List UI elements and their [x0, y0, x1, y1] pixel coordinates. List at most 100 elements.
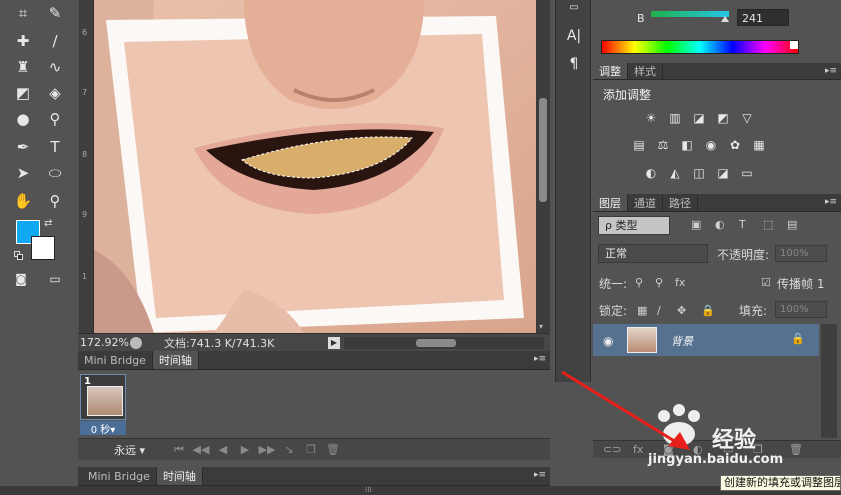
lock-pixels-icon[interactable]: ∕: [657, 304, 661, 317]
hand-icon[interactable]: ✋: [12, 190, 34, 212]
filter-smart-icon[interactable]: ▤: [787, 218, 797, 231]
filter-shape-icon[interactable]: ⬚: [763, 218, 773, 231]
play-icon[interactable]: ▶: [234, 443, 256, 456]
tab-mini-bridge-bottom[interactable]: Mini Bridge: [78, 467, 157, 485]
eyedropper-icon[interactable]: ✎: [44, 2, 66, 24]
filter-type-icon[interactable]: T: [739, 218, 746, 231]
brush-icon[interactable]: ∕: [44, 30, 66, 52]
swap-colors-icon[interactable]: ⇄: [44, 218, 52, 229]
exposure-icon[interactable]: ◩: [715, 111, 731, 125]
zoom-level[interactable]: 172.92%: [80, 336, 130, 349]
layer-name[interactable]: 背景: [671, 333, 693, 349]
fill-field[interactable]: 100%: [775, 301, 827, 318]
next-frame-icon[interactable]: ▶▶: [256, 443, 278, 456]
vertical-scroll-thumb[interactable]: [539, 98, 547, 202]
propagate-checkbox[interactable]: ☑: [761, 276, 771, 289]
blue-slider-thumb[interactable]: [720, 16, 729, 22]
crop-icon[interactable]: ⌗: [12, 2, 34, 24]
frame-delay-select[interactable]: 0 秒▾: [80, 421, 126, 436]
bottom-panel-menu-icon[interactable]: ▸≡: [534, 470, 546, 480]
default-colors-icon[interactable]: [14, 251, 24, 261]
tab-paths[interactable]: 路径: [663, 194, 698, 211]
hue-saturation-icon[interactable]: ▤: [631, 138, 647, 152]
curves-icon[interactable]: ◪: [691, 111, 707, 125]
zoom-icon[interactable]: ⚲: [44, 190, 66, 212]
blue-channel-slider[interactable]: [651, 11, 729, 17]
tween-icon[interactable]: ↘: [278, 443, 300, 456]
layer-filter-kind-select[interactable]: ρ 类型: [598, 216, 670, 235]
horizontal-scroll-thumb[interactable]: [416, 338, 456, 347]
photo-filter-icon[interactable]: ◉: [703, 138, 719, 152]
dodge-icon[interactable]: ⚲: [44, 108, 66, 130]
scroll-down-icon[interactable]: ▾: [539, 322, 543, 331]
unify-position-icon[interactable]: ⚲: [635, 276, 643, 289]
lock-position-icon[interactable]: ✥: [677, 304, 686, 317]
pen-icon[interactable]: ✒: [12, 136, 34, 158]
lock-all-icon[interactable]: 🔒: [701, 304, 715, 317]
adjustments-menu-icon[interactable]: ▸≡: [825, 66, 837, 76]
lock-transparent-icon[interactable]: ▦: [637, 304, 647, 317]
duplicate-frame-icon[interactable]: ❐: [300, 443, 322, 456]
first-frame-icon[interactable]: ⏮: [168, 443, 190, 457]
resize-grip-icon[interactable]: ⁞⁞⁞: [365, 486, 372, 494]
loop-options-select[interactable]: 永远 ▾: [114, 442, 168, 458]
color-balance-icon[interactable]: ⚖: [655, 138, 671, 152]
screen-mode-icon[interactable]: ▭: [44, 268, 66, 290]
document-canvas[interactable]: [94, 0, 536, 333]
tab-adjustments[interactable]: 调整: [593, 63, 628, 79]
filter-pixel-icon[interactable]: ▣: [691, 218, 701, 231]
type-icon[interactable]: T: [44, 136, 66, 158]
animation-frame-1[interactable]: 1: [80, 374, 126, 420]
color-lookup-icon[interactable]: ▦: [751, 138, 767, 152]
ellipse-icon[interactable]: ⬭: [44, 162, 66, 184]
channel-mixer-icon[interactable]: ✿: [727, 138, 743, 152]
delete-frame-icon[interactable]: 🗑: [322, 443, 344, 456]
tab-layers[interactable]: 图层: [593, 194, 628, 211]
tab-styles[interactable]: 样式: [628, 63, 663, 79]
layers-menu-icon[interactable]: ▸≡: [825, 197, 837, 207]
filter-adjust-icon[interactable]: ◐: [715, 218, 725, 231]
status-menu-arrow-icon[interactable]: ▶: [328, 336, 340, 349]
eraser-icon[interactable]: ◩: [12, 82, 34, 104]
history-brush-icon[interactable]: ∿: [44, 56, 66, 78]
prev-frame-icon[interactable]: ◀◀: [190, 443, 212, 456]
blend-mode-select[interactable]: 正常: [598, 244, 708, 263]
dock-expand-icon[interactable]: ▭: [564, 2, 584, 13]
paragraph-panel-icon[interactable]: ¶: [564, 56, 584, 72]
quick-mask-icon[interactable]: ◙: [10, 268, 32, 290]
tab-timeline-bottom[interactable]: 时间轴: [156, 467, 203, 485]
zoom-menu-icon[interactable]: [130, 336, 142, 349]
tab-channels[interactable]: 通道: [628, 194, 663, 211]
heal-icon[interactable]: ✚: [12, 30, 34, 52]
bucket-icon[interactable]: ◈: [44, 82, 66, 104]
black-white-icon[interactable]: ◧: [679, 138, 695, 152]
gradient-map-icon[interactable]: ▭: [739, 166, 755, 180]
threshold-icon[interactable]: ◫: [691, 166, 707, 180]
stamp-icon[interactable]: ♜: [12, 56, 34, 78]
posterize-icon[interactable]: ◭: [667, 166, 683, 180]
horizontal-scrollbar[interactable]: [344, 336, 544, 349]
vertical-scrollbar[interactable]: ▾: [536, 0, 550, 333]
brightness-icon[interactable]: ☀: [643, 111, 659, 125]
vibrance-icon[interactable]: ▽: [739, 111, 755, 125]
tab-mini-bridge[interactable]: Mini Bridge: [78, 351, 153, 369]
unify-style-icon[interactable]: fx: [675, 276, 685, 289]
path-select-icon[interactable]: ➤: [12, 162, 34, 184]
white-swatch[interactable]: [790, 41, 798, 49]
link-layers-icon[interactable]: ⊂⊃: [603, 443, 621, 456]
selective-color-icon[interactable]: ◪: [715, 166, 731, 180]
blur-icon[interactable]: ●: [12, 108, 34, 130]
prev-step-icon[interactable]: ◀: [212, 443, 234, 456]
eye-icon[interactable]: ◉: [603, 334, 613, 348]
blue-channel-value[interactable]: 241: [737, 9, 789, 26]
layer-row-background[interactable]: ◉ 背景 🔒: [593, 324, 819, 356]
invert-icon[interactable]: ◐: [643, 166, 659, 180]
character-panel-icon[interactable]: A|: [564, 28, 584, 44]
background-color-swatch[interactable]: [31, 236, 55, 260]
tab-timeline[interactable]: 时间轴: [152, 351, 199, 369]
panel-menu-icon[interactable]: ▸≡: [534, 354, 546, 364]
color-spectrum-bar[interactable]: [601, 40, 799, 54]
opacity-field[interactable]: 100%: [775, 245, 827, 262]
levels-icon[interactable]: ▥: [667, 111, 683, 125]
unify-visibility-icon[interactable]: ⚲: [655, 276, 663, 289]
